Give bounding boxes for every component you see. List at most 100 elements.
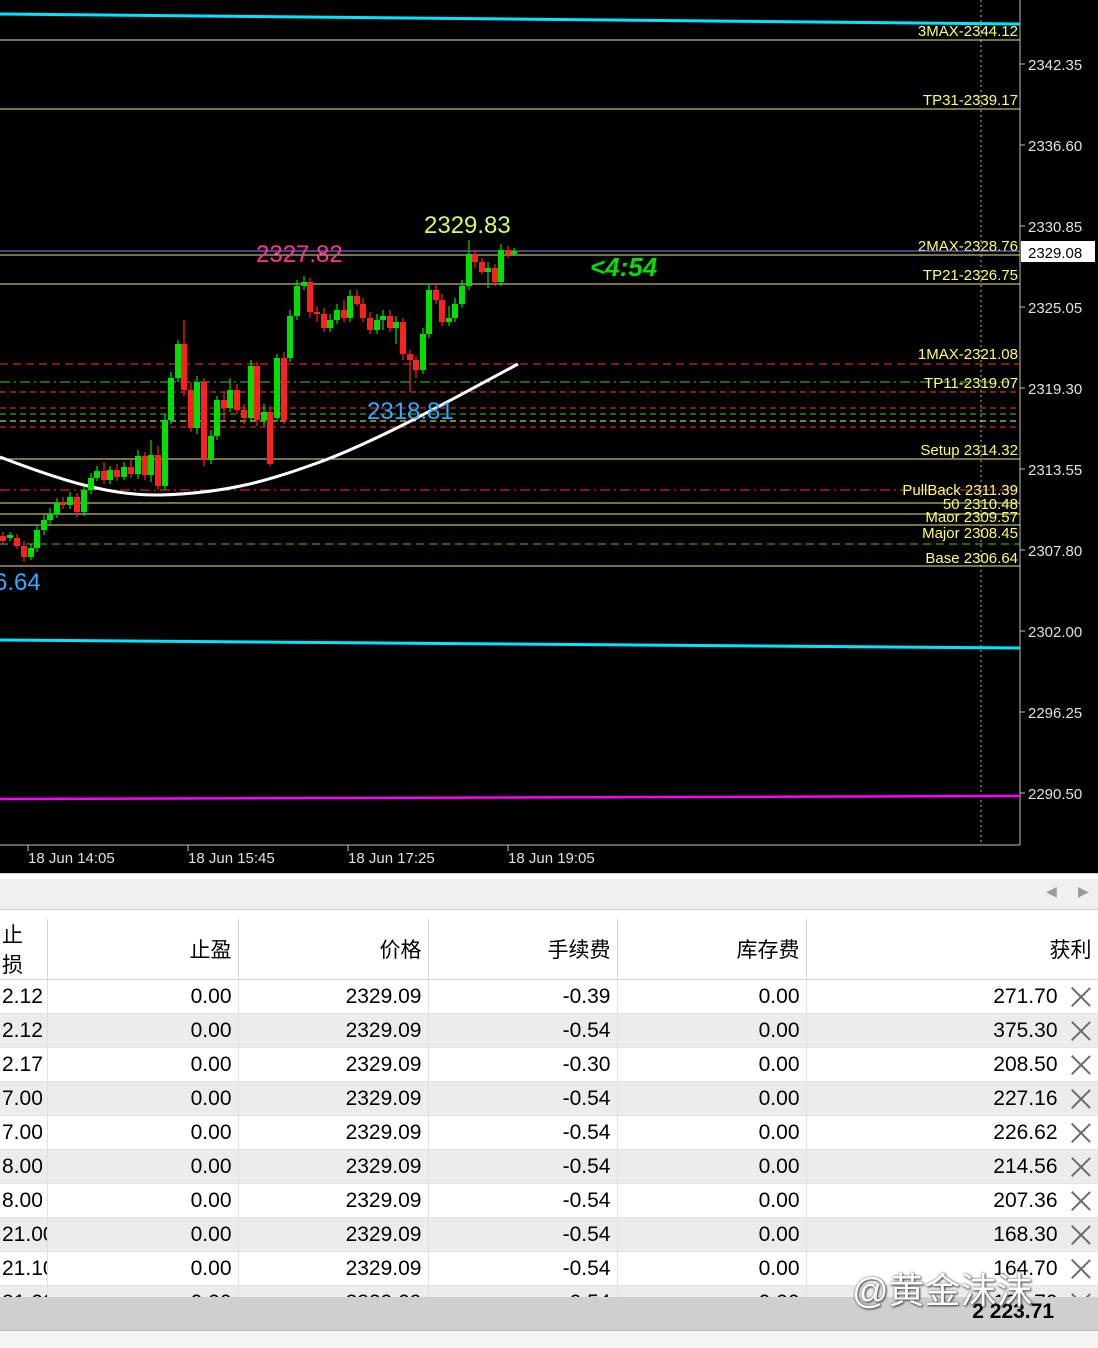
price-chart[interactable]: 2342.35 2336.60 2330.85 2325.05 2319.30 2313.… — [0, 0, 1098, 873]
cell-commission-value: -0.54 — [562, 1086, 611, 1110]
cell-swap: 0.00 — [617, 1183, 807, 1218]
table-row[interactable]: 2.12 0.00 2329.09 -0.54 0.00 375.30 — [0, 1013, 1098, 1048]
scroll-right-icon[interactable]: ▶ — [1078, 883, 1089, 900]
cell-take-profit-value: 0.00 — [190, 1052, 232, 1076]
close-position-icon[interactable] — [1070, 1054, 1092, 1076]
candle-body — [459, 286, 465, 304]
cell-stop-loss: 8.00 — [0, 1183, 48, 1218]
candle-body — [374, 320, 380, 330]
candle-body — [439, 300, 445, 322]
candle-body — [41, 520, 47, 530]
cell-commission-value: -0.54 — [562, 1222, 611, 1246]
candle-body — [114, 470, 120, 477]
time-axis-label: 18 Jun 19:05 — [508, 850, 595, 867]
candle-body — [281, 358, 287, 420]
candle-body — [81, 490, 87, 512]
candle-body — [221, 400, 227, 408]
candle-body — [194, 382, 200, 428]
cell-stop-loss: 2.12 — [0, 979, 48, 1014]
table-row[interactable]: 8.00 0.00 2329.09 -0.54 0.00 207.36 — [0, 1183, 1098, 1218]
time-axis-label: 18 Jun 17:25 — [348, 850, 435, 867]
close-position-icon[interactable] — [1070, 1020, 1092, 1042]
cell-profit: 168.30 — [806, 1217, 1098, 1252]
cell-price: 2329.09 — [238, 1217, 429, 1252]
close-position-icon[interactable] — [1070, 986, 1092, 1008]
candle-body — [347, 296, 353, 318]
col-profit[interactable]: 获利 — [806, 919, 1098, 980]
candle-body — [479, 262, 485, 272]
table-row[interactable]: 7.00 0.00 2329.09 -0.54 0.00 227.16 — [0, 1081, 1098, 1116]
col-price[interactable]: 价格 — [238, 919, 429, 980]
status-strip — [0, 1330, 1098, 1348]
candle-body — [128, 467, 134, 474]
candle-body — [162, 420, 168, 486]
cell-commission-value: -0.54 — [562, 1018, 611, 1042]
level-label: TP21-2326.75 — [923, 267, 1018, 284]
cell-commission: -0.30 — [428, 1047, 618, 1082]
cell-stop-loss: 7.00 — [0, 1115, 48, 1150]
cell-commission: -0.54 — [428, 1115, 618, 1150]
close-position-icon[interactable] — [1070, 1258, 1092, 1280]
candle-body — [341, 310, 347, 318]
cell-commission-value: -0.54 — [562, 1256, 611, 1280]
table-row[interactable]: 2.12 0.00 2329.09 -0.39 0.00 271.70 — [0, 979, 1098, 1014]
candle-body — [28, 548, 34, 557]
candle-body — [74, 497, 80, 512]
cell-profit: 375.30 — [806, 1013, 1098, 1048]
candle-body — [88, 478, 94, 490]
col-swap[interactable]: 库存费 — [617, 919, 807, 980]
close-position-icon[interactable] — [1070, 1088, 1092, 1110]
candle-body — [261, 412, 267, 420]
cell-profit-value: 208.50 — [993, 1052, 1058, 1076]
cell-take-profit: 0.00 — [47, 1013, 239, 1048]
candle-body — [67, 497, 73, 505]
candle-body — [241, 410, 247, 418]
candle-body — [321, 314, 327, 328]
cell-profit: 208.50 — [806, 1047, 1098, 1082]
candle-body — [267, 412, 273, 464]
candle-body — [148, 455, 154, 475]
price-axis-label: 2342.35 — [1028, 57, 1082, 74]
cell-take-profit: 0.00 — [47, 979, 239, 1014]
chart-canvas[interactable]: 2342.35 2336.60 2330.85 2325.05 2319.30 2313.… — [0, 0, 1098, 873]
candle-body — [175, 344, 181, 378]
scroll-left-icon[interactable]: ◀ — [1046, 883, 1057, 900]
cell-stop-loss-value: 2.12 — [2, 1018, 43, 1042]
table-row[interactable]: 8.00 0.00 2329.09 -0.54 0.00 214.56 — [0, 1149, 1098, 1184]
cell-profit-value: 226.62 — [993, 1120, 1058, 1144]
cell-take-profit-value: 0.00 — [190, 1222, 232, 1246]
cell-profit-value: 207.36 — [993, 1188, 1058, 1212]
table-row[interactable]: 7.00 0.00 2329.09 -0.54 0.00 226.62 — [0, 1115, 1098, 1150]
close-position-icon[interactable] — [1070, 1190, 1092, 1212]
price-axis-label: 2302.00 — [1028, 624, 1082, 641]
cell-swap-value: 0.00 — [758, 1222, 800, 1246]
cell-price: 2329.09 — [238, 1149, 429, 1184]
close-position-icon[interactable] — [1070, 1156, 1092, 1178]
level-label: 3MAX-2344.12 — [918, 23, 1018, 40]
col-take-profit[interactable]: 止盈 — [47, 919, 239, 980]
candle-body — [387, 316, 393, 328]
table-row[interactable]: 21.00 0.00 2329.09 -0.54 0.00 168.30 — [0, 1217, 1098, 1252]
candle-body — [181, 344, 187, 390]
candle-body — [60, 503, 66, 505]
cell-stop-loss-value: 2.12 — [2, 984, 43, 1008]
cell-price: 2329.09 — [238, 1251, 429, 1286]
cell-commission: -0.54 — [428, 1013, 618, 1048]
cell-profit: 227.16 — [806, 1081, 1098, 1116]
close-position-icon[interactable] — [1070, 1122, 1092, 1144]
cell-take-profit: 0.00 — [47, 1149, 239, 1184]
cell-price-value: 2329.09 — [345, 1188, 422, 1212]
cell-profit: 214.56 — [806, 1149, 1098, 1184]
cell-swap-value: 0.00 — [758, 1086, 800, 1110]
close-position-icon[interactable] — [1070, 1224, 1092, 1246]
cell-take-profit: 0.00 — [47, 1251, 239, 1286]
cell-commission: -0.54 — [428, 1217, 618, 1252]
cell-take-profit-value: 0.00 — [190, 1086, 232, 1110]
candle-body — [314, 312, 320, 314]
col-commission[interactable]: 手续费 — [428, 919, 618, 980]
cell-take-profit-value: 0.00 — [190, 1256, 232, 1280]
col-stop-loss[interactable]: 止损 — [0, 919, 48, 980]
table-row[interactable]: 2.17 0.00 2329.09 -0.30 0.00 208.50 — [0, 1047, 1098, 1082]
candle-body — [14, 538, 20, 546]
cell-swap: 0.00 — [617, 1047, 807, 1082]
